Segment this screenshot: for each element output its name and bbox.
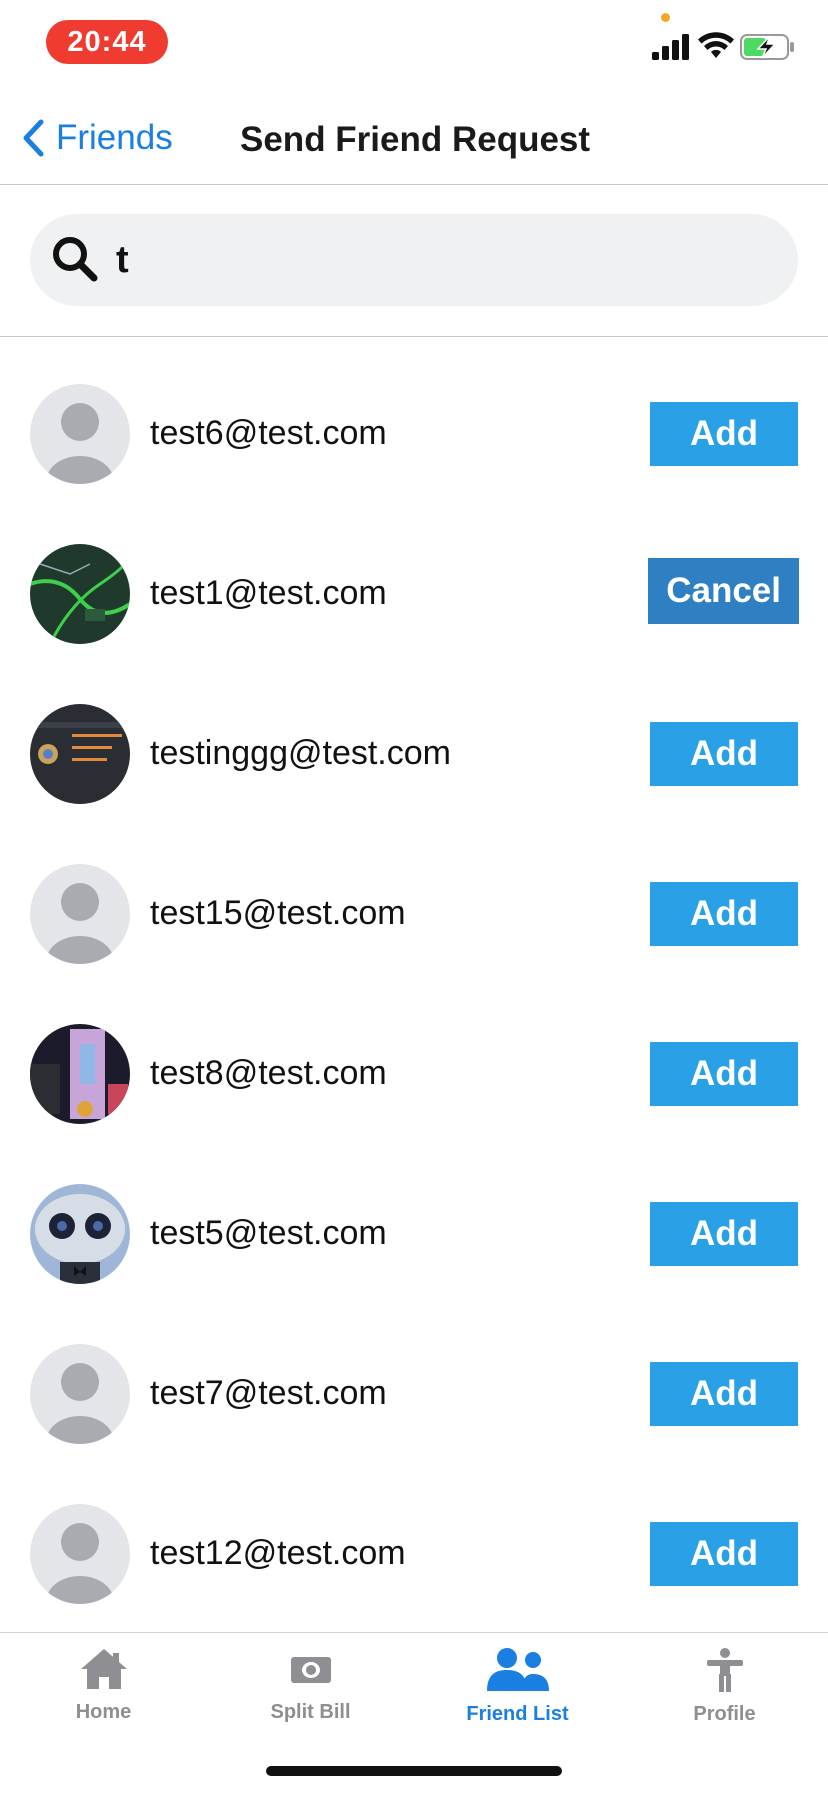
wifi-icon <box>698 32 734 58</box>
user-row: test8@test.com Add <box>0 976 828 1136</box>
user-email: test5@test.com <box>150 1214 387 1252</box>
chevron-left-icon <box>23 119 44 157</box>
user-row: testinggg@test.com Add <box>0 656 828 816</box>
add-friend-button[interactable]: Add <box>650 1522 798 1586</box>
avatar <box>30 704 130 804</box>
person-icon <box>706 1648 743 1692</box>
search-input[interactable] <box>114 237 758 283</box>
tab-profile-label: Profile <box>693 1703 756 1725</box>
privacy-indicator-dot <box>661 13 670 22</box>
back-button-label: Friends <box>56 118 173 157</box>
avatar <box>30 544 130 644</box>
user-row: test6@test.com Add <box>0 336 828 496</box>
home-indicator <box>266 1766 562 1776</box>
tab-friend-list[interactable]: Friend List <box>414 1647 621 1747</box>
avatar <box>30 864 130 964</box>
navigation-bar: Friends Send Friend Request <box>0 90 828 185</box>
user-row: test1@test.com Cancel <box>0 496 828 656</box>
money-icon <box>290 1657 331 1683</box>
user-email: test12@test.com <box>150 1534 406 1572</box>
status-time: 20:44 <box>46 20 168 64</box>
user-list: test6@test.com Add test1@test.com Cancel tes… <box>0 336 828 1616</box>
page-title: Send Friend Request <box>240 120 591 159</box>
user-email: test1@test.com <box>150 574 387 612</box>
back-button[interactable]: Friends <box>22 118 173 158</box>
add-friend-button[interactable]: Add <box>650 722 798 786</box>
avatar <box>30 384 130 484</box>
search-icon <box>53 237 98 282</box>
cancel-request-button[interactable]: Cancel <box>648 558 799 624</box>
add-friend-button[interactable]: Add <box>650 1042 798 1106</box>
avatar <box>30 1024 130 1124</box>
add-friend-button[interactable]: Add <box>650 1202 798 1266</box>
tab-split-bill-label: Split Bill <box>270 1701 351 1723</box>
avatar <box>30 1504 130 1604</box>
add-friend-button[interactable]: Add <box>650 1362 798 1426</box>
people-icon <box>486 1648 549 1691</box>
avatar <box>30 1344 130 1444</box>
house-icon <box>80 1649 127 1689</box>
search-bar[interactable] <box>30 214 798 306</box>
add-friend-button[interactable]: Add <box>650 882 798 946</box>
battery-charging-icon <box>740 34 794 60</box>
tab-home-label: Home <box>75 1701 132 1723</box>
avatar <box>30 1184 130 1284</box>
user-row: test15@test.com Add <box>0 816 828 976</box>
tab-friend-list-label: Friend List <box>466 1703 569 1725</box>
user-email: test8@test.com <box>150 1054 387 1092</box>
tab-profile[interactable]: Profile <box>621 1647 828 1747</box>
status-bar: 20:44 <box>0 0 828 90</box>
user-row: test7@test.com Add <box>0 1296 828 1456</box>
user-email: testinggg@test.com <box>150 734 451 772</box>
user-email: test6@test.com <box>150 414 387 452</box>
user-row: test12@test.com Add <box>0 1456 828 1616</box>
tab-home[interactable]: Home <box>0 1647 207 1747</box>
user-email: test15@test.com <box>150 894 406 932</box>
cellular-signal-icon <box>652 34 689 60</box>
tab-split-bill[interactable]: Split Bill <box>207 1647 414 1747</box>
user-row: test5@test.com Add <box>0 1136 828 1296</box>
user-email: test7@test.com <box>150 1374 387 1412</box>
search-section <box>0 184 828 337</box>
add-friend-button[interactable]: Add <box>650 402 798 466</box>
